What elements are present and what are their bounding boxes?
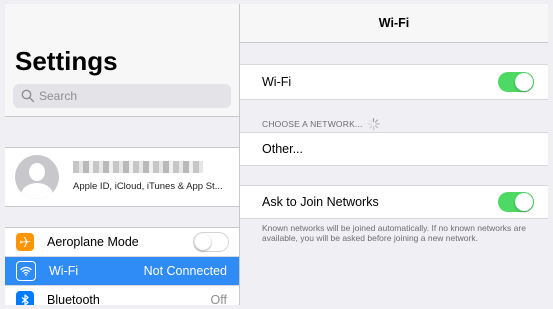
airplane-icon	[16, 233, 34, 251]
sidebar: Settings Search Apple ID, iCloud, iTunes…	[5, 4, 240, 305]
search-input[interactable]: Search	[13, 84, 231, 108]
sidebar-item-label: Bluetooth	[47, 293, 100, 305]
section-gap	[5, 117, 239, 148]
page-title: Settings	[15, 46, 118, 76]
profile-name-redacted	[73, 161, 203, 173]
other-network-row[interactable]: Other...	[240, 132, 548, 166]
ask-to-join-label: Ask to Join Networks	[262, 195, 379, 209]
profile-subtitle: Apple ID, iCloud, iTunes & App St...	[73, 181, 223, 192]
detail-pane: Wi-Fi Wi-Fi CHOOSE A NETWORK... Other...…	[240, 4, 548, 305]
search-icon	[21, 89, 35, 103]
loading-spinner-icon	[367, 118, 380, 130]
sidebar-item-bluetooth[interactable]: Bluetooth Off	[5, 286, 239, 305]
wifi-toggle-row: Wi-Fi	[240, 64, 548, 100]
sidebar-item-wifi[interactable]: Wi-Fi Not Connected	[5, 257, 239, 286]
wifi-status-value: Not Connected	[143, 264, 227, 278]
ask-to-join-row: Ask to Join Networks	[240, 185, 548, 219]
section-gap	[5, 207, 239, 228]
avatar	[15, 155, 59, 199]
sidebar-item-label: Wi-Fi	[49, 264, 79, 278]
sidebar-item-label: Aeroplane Mode	[47, 235, 139, 249]
apple-id-profile[interactable]: Apple ID, iCloud, iTunes & App St...	[5, 148, 239, 207]
sidebar-header: Settings Search	[5, 4, 239, 117]
aeroplane-mode-toggle[interactable]	[193, 232, 229, 252]
sidebar-item-aeroplane-mode[interactable]: Aeroplane Mode	[5, 228, 239, 257]
choose-network-label: CHOOSE A NETWORK...	[262, 119, 363, 129]
wifi-row-label: Wi-Fi	[262, 75, 292, 89]
bluetooth-icon	[16, 291, 34, 305]
choose-network-header: CHOOSE A NETWORK...	[262, 118, 380, 130]
wifi-icon	[16, 261, 36, 281]
bluetooth-status-value: Off	[210, 293, 227, 305]
other-network-label: Other...	[262, 142, 303, 156]
wifi-toggle[interactable]	[498, 72, 534, 92]
navbar-title: Wi-Fi	[240, 4, 548, 43]
ask-to-join-toggle[interactable]	[498, 192, 534, 212]
ask-to-join-footnote: Known networks will be joined automatica…	[262, 223, 526, 243]
settings-window: Settings Search Apple ID, iCloud, iTunes…	[5, 4, 548, 305]
search-placeholder: Search	[39, 89, 78, 103]
